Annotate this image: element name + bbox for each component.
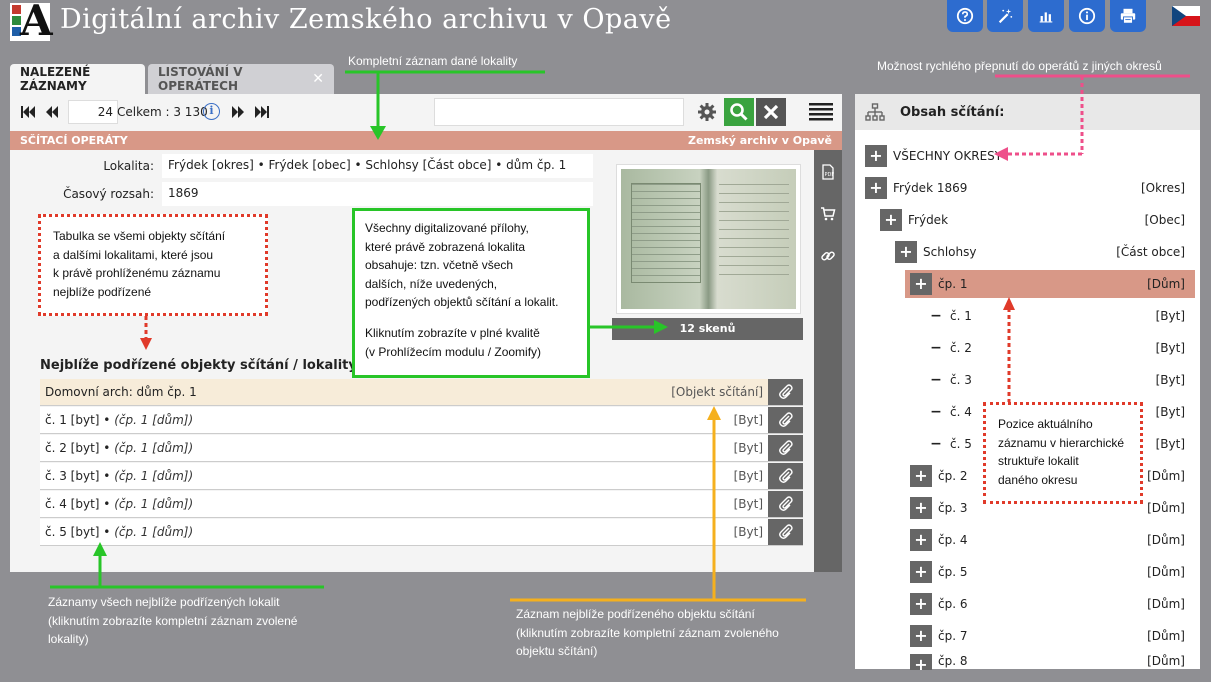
first-page-icon[interactable]	[20, 104, 36, 120]
expand-icon[interactable]: +	[910, 593, 932, 615]
tree-item-flat[interactable]: − č. 1 [Byt]	[928, 302, 1185, 330]
expand-icon[interactable]: +	[910, 497, 932, 519]
tree-item-house[interactable]: + čp. 7 [Dům]	[910, 622, 1185, 650]
section-title: SČÍTACÍ OPERÁTY	[20, 134, 128, 147]
tree-item-municipality[interactable]: + Frýdek [Obec]	[880, 206, 1185, 234]
close-icon	[763, 104, 779, 120]
close-tab-icon[interactable]: ✕	[312, 71, 324, 87]
tree-item-house-current[interactable]: + čp. 1 [Dům]	[905, 270, 1195, 298]
page-number-input[interactable]: 24	[68, 100, 118, 124]
menu-icon[interactable]	[808, 100, 834, 124]
cart-icon[interactable]	[820, 206, 836, 222]
link-icon[interactable]	[820, 248, 836, 264]
pdf-icon[interactable]: PDF	[820, 164, 836, 180]
expand-icon[interactable]: +	[910, 654, 932, 670]
expand-icon[interactable]: +	[910, 273, 932, 295]
lokalita-value: Frýdek [okres] • Frýdek [obec] • Schlohs…	[162, 154, 593, 178]
lokalita-label: Lokalita:	[103, 159, 154, 173]
app-logo[interactable]: A	[10, 0, 53, 43]
annotation-arrow-green	[345, 70, 545, 140]
expand-icon[interactable]: +	[895, 241, 917, 263]
subordinate-heading: Nejblíže podřízené objekty sčítání / lok…	[40, 358, 363, 373]
scan-thumbnail[interactable]	[616, 164, 801, 314]
annotation-table-note: Tabulka se všemi objekty sčítání a další…	[38, 214, 268, 316]
annotation-arrow-green	[590, 320, 668, 334]
tree-item-house[interactable]: + čp. 5 [Dům]	[910, 558, 1185, 586]
info-button[interactable]	[1069, 0, 1105, 32]
annotation-arrow-green	[50, 542, 324, 589]
last-page-icon[interactable]	[254, 104, 270, 120]
tree-item-district[interactable]: + Frýdek 1869 [Okres]	[865, 174, 1185, 202]
rozsah-value: 1869	[162, 182, 593, 206]
statistics-button[interactable]	[1028, 0, 1064, 32]
annotation-arrow-pink	[994, 74, 1190, 161]
annotation-bottom-left: Záznamy všech nejblíže podřízených lokal…	[48, 595, 298, 647]
magic-wand-button[interactable]	[987, 0, 1023, 32]
tree-item-house[interactable]: + čp. 6 [Dům]	[910, 590, 1185, 618]
attachment-icon[interactable]	[768, 379, 803, 405]
table-row[interactable]: Domovní arch: dům čp. 1 [Objekt sčítání]	[40, 379, 803, 406]
expand-icon[interactable]: +	[910, 561, 932, 583]
help-button[interactable]	[947, 0, 983, 32]
expand-icon[interactable]: +	[910, 529, 932, 551]
language-switch[interactable]	[1172, 6, 1200, 26]
settings-button[interactable]	[692, 98, 722, 126]
expand-icon[interactable]: +	[910, 625, 932, 647]
tree-item-house[interactable]: + čp. 8 [Dům]	[910, 654, 1185, 670]
tab-found-records[interactable]: NALEZENÉ ZÁZNAMY	[10, 64, 145, 94]
expand-icon[interactable]: +	[865, 145, 887, 167]
print-button[interactable]	[1110, 0, 1146, 32]
help-icon	[956, 7, 974, 25]
tree-item-part[interactable]: + Schlohsy [Část obce]	[895, 238, 1185, 266]
annotation-bottom-center: Záznam nejblíže podřízeného objektu sčít…	[516, 607, 779, 659]
expand-icon[interactable]: +	[880, 209, 902, 231]
cz-flag-icon	[1172, 6, 1200, 26]
tree-item-flat[interactable]: − č. 3 [Byt]	[928, 366, 1185, 394]
scan-image	[621, 169, 796, 309]
search-icon	[730, 103, 748, 121]
clear-search-button[interactable]	[756, 98, 786, 126]
tree-panel: Obsah sčítání: + VŠECHNY OKRESY + Frýdek 1…	[855, 94, 1200, 670]
total-info-icon[interactable]: i	[203, 103, 220, 120]
annotation-attachments-note: Všechny digitalizované přílohy, které pr…	[352, 208, 590, 378]
app-title: Digitální archiv Zemského archivu v Opav…	[60, 4, 672, 35]
rozsah-label: Časový rozsah:	[63, 187, 154, 201]
svg-text:PDF: PDF	[825, 172, 835, 178]
bar-chart-icon	[1039, 12, 1053, 23]
tree-item-house[interactable]: + čp. 4 [Dům]	[910, 526, 1185, 554]
annotation-arrow-red	[140, 316, 152, 350]
expand-icon[interactable]: +	[910, 465, 932, 487]
annotation-arrow-orange	[510, 406, 806, 602]
hierarchy-icon	[865, 103, 885, 121]
prev-page-icon[interactable]	[44, 104, 60, 120]
tab-browse-operats[interactable]: LISTOVÁNÍ V OPERÁTECH ✕	[148, 64, 334, 94]
printer-icon	[1120, 8, 1136, 24]
total-count: Celkem : 3 130	[117, 105, 208, 119]
archive-name: Zemský archiv v Opavě	[687, 134, 832, 147]
info-icon	[1078, 7, 1096, 25]
side-tools: PDF	[814, 150, 842, 572]
search-button[interactable]	[724, 98, 754, 126]
annotation-arrow-red	[1003, 297, 1015, 402]
tree-item-flat[interactable]: − č. 2 [Byt]	[928, 334, 1185, 362]
annotation-position-note: Pozice aktuálního záznamu v hierarchické…	[983, 402, 1143, 504]
next-page-icon[interactable]	[230, 104, 246, 120]
magic-wand-icon	[998, 8, 1013, 24]
expand-icon[interactable]: +	[865, 177, 887, 199]
gear-icon	[698, 103, 716, 121]
